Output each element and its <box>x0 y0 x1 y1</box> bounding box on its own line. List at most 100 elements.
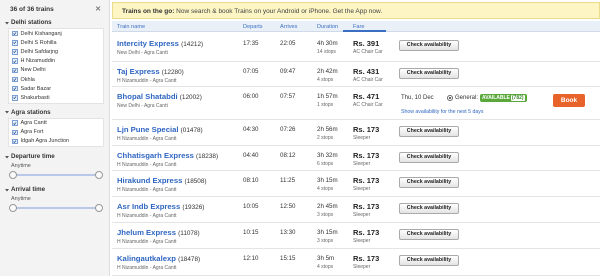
arrival-time-slider[interactable] <box>9 204 103 213</box>
check-availability-button[interactable]: Check availability <box>399 126 459 137</box>
agra-stations-toggle[interactable]: Agra stations <box>0 106 109 118</box>
checkbox[interactable] <box>12 76 18 83</box>
chevron-down-icon <box>5 21 9 24</box>
slider-handle-end[interactable] <box>95 171 103 180</box>
fare: Rs. 391 <box>353 39 380 48</box>
station-option[interactable]: Delhi Kishanganj <box>9 29 103 38</box>
station-label: Shakurbasti <box>20 94 50 101</box>
train-number: (01478) <box>180 127 203 134</box>
delhi-stations-toggle[interactable]: Delhi stations <box>0 16 109 28</box>
availability-class[interactable]: General: AVAILABLE (782) <box>447 94 527 102</box>
fare: Rs. 173 <box>353 228 380 237</box>
stops-count: 4 stops <box>317 264 334 270</box>
checkbox[interactable] <box>12 40 18 46</box>
duration: 1h 57m <box>317 93 338 100</box>
train-name-link[interactable]: Bhopal Shatabdi (12002) <box>117 92 202 101</box>
sort-duration[interactable]: Duration <box>317 24 338 30</box>
checkmark-icon <box>13 50 17 54</box>
arrival-time: 08:12 <box>280 152 296 159</box>
station-option[interactable]: Sadar Bazar <box>9 84 103 93</box>
station-option[interactable]: H Nizamuddin <box>9 57 103 66</box>
train-name-link[interactable]: Jhelum Express (11078) <box>117 228 200 237</box>
train-name: Chhatisgarh Express <box>117 151 194 160</box>
banner-text: Now search & book Trains on your Android… <box>174 8 383 15</box>
check-availability-button[interactable]: Check availability <box>399 40 459 51</box>
train-name: Bhopal Shatabdi <box>117 92 178 101</box>
train-route: New Delhi - Agra Cantt <box>117 103 168 109</box>
travel-class: Sleeper <box>353 135 371 141</box>
departure-time: 04:40 <box>243 152 259 159</box>
delhi-stations-heading: Delhi stations <box>11 19 52 26</box>
sort-arrives[interactable]: Arrives <box>280 24 297 30</box>
slider-handle-start[interactable] <box>9 171 17 180</box>
train-route: H Nizamuddin - Agra Cantt <box>117 239 177 245</box>
train-name-link[interactable]: Ljn Pune Special (01478) <box>117 125 203 134</box>
check-availability-button[interactable]: Check availability <box>399 203 459 214</box>
slider-handle-end[interactable] <box>95 204 103 213</box>
sort-departs[interactable]: Departs <box>243 24 263 30</box>
station-label: Delhi Safdarjng <box>20 48 59 55</box>
duration: 3h 15m <box>317 229 338 236</box>
duration: 2h 56m <box>317 126 338 133</box>
arrival-time: 07:26 <box>280 126 296 133</box>
station-option[interactable]: Agra Fort <box>9 128 103 137</box>
departure-time: 17:35 <box>243 40 259 47</box>
train-number: (12280) <box>161 69 184 76</box>
fare: Rs. 173 <box>353 202 380 211</box>
train-name-link[interactable]: Chhatisgarh Express (18238) <box>117 151 218 160</box>
sort-train-name[interactable]: Train name <box>117 24 145 30</box>
checkbox[interactable] <box>12 95 18 101</box>
station-option[interactable]: Delhi Safdarjng <box>9 47 103 56</box>
check-availability-button[interactable]: Check availability <box>399 152 459 163</box>
book-button[interactable]: Book <box>553 94 585 107</box>
train-number: (12002) <box>179 94 202 101</box>
check-availability-button[interactable]: Check availability <box>399 68 459 79</box>
train-name-link[interactable]: Intercity Express (14212) <box>117 39 203 48</box>
checkbox[interactable] <box>12 138 18 145</box>
train-name: Taj Express <box>117 67 160 76</box>
stops-count: 4 stops <box>317 186 334 192</box>
departure-time-slider[interactable] <box>9 171 103 180</box>
checkbox[interactable] <box>12 85 18 92</box>
checkmark-icon <box>13 32 17 36</box>
checkbox[interactable] <box>12 67 18 74</box>
departure-time-toggle[interactable]: Departure time <box>0 150 109 162</box>
station-option[interactable]: Shakurbasti <box>9 93 103 102</box>
app-promo-banner[interactable]: Trains on the go: Now search & book Trai… <box>112 2 600 19</box>
checkbox[interactable] <box>12 30 18 37</box>
train-number: (14212) <box>181 41 204 48</box>
station-option[interactable]: New Delhi <box>9 66 103 75</box>
station-option[interactable]: Delhi S Rohilla <box>9 38 103 47</box>
checkbox[interactable] <box>12 120 18 126</box>
travel-class: Sleeper <box>353 212 371 218</box>
check-availability-button[interactable]: Check availability <box>399 177 459 188</box>
station-label: Okhla <box>20 76 35 83</box>
slider-handle-start[interactable] <box>9 204 17 213</box>
train-name: Intercity Express <box>117 39 179 48</box>
train-number: (11078) <box>178 230 200 237</box>
checkbox[interactable] <box>12 58 18 64</box>
station-option[interactable]: Idgah Agra Junction <box>9 137 103 146</box>
train-row: Hirakund Express (18508) H Nizamuddin - A… <box>112 171 600 197</box>
next-days-availability-link[interactable]: Show availability for the next 5 days <box>401 109 483 115</box>
check-availability-button[interactable]: Check availability <box>399 229 459 240</box>
train-count-label: 36 of 36 trains <box>10 6 54 13</box>
stops-count: 1 stops <box>317 102 334 108</box>
arrival-time-toggle[interactable]: Arrival time <box>0 183 109 195</box>
checkbox[interactable] <box>12 49 18 55</box>
station-label: H Nizamuddin <box>20 58 56 65</box>
class-label: General: <box>455 95 479 101</box>
station-option[interactable]: Agra Cantt <box>9 119 103 128</box>
close-icon[interactable]: ✕ <box>95 5 101 13</box>
train-name-link[interactable]: Kalingautkalexp (18478) <box>117 254 200 263</box>
train-name-link[interactable]: Asr Indb Express (19326) <box>117 202 204 211</box>
station-option[interactable]: Okhla <box>9 75 103 84</box>
checkmark-icon <box>13 41 17 45</box>
radio-selected-icon[interactable] <box>447 95 453 101</box>
train-name-link[interactable]: Taj Express (12280) <box>117 67 184 76</box>
arrival-time-heading: Arrival time <box>11 186 46 194</box>
train-name-link[interactable]: Hirakund Express (18508) <box>117 176 207 185</box>
train-row: Chhatisgarh Express (18238) H Nizamuddin … <box>112 146 600 171</box>
check-availability-button[interactable]: Check availability <box>399 255 459 266</box>
checkbox[interactable] <box>12 129 18 136</box>
